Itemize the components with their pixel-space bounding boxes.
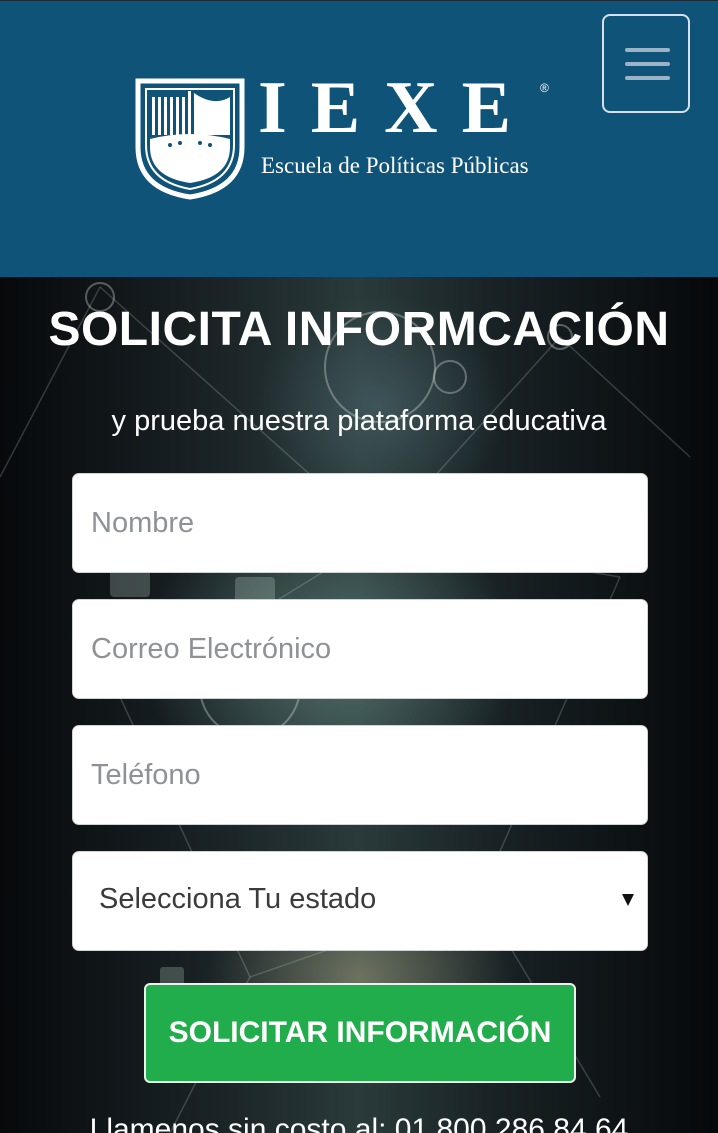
logo-subtitle: Escuela de Políticas Públicas [261, 153, 529, 178]
telefono-input[interactable] [72, 725, 648, 825]
estado-select[interactable]: Selecciona Tu estado [72, 851, 648, 951]
solicitar-informacion-button[interactable]: SOLICITAR INFORMACIÓN [144, 983, 576, 1083]
logo-wordmark: IEXE [258, 67, 535, 149]
hamburger-icon [625, 48, 670, 80]
menu-toggle-button[interactable] [602, 14, 690, 113]
form-subtitle: y prueba nuestra plataforma educativa [111, 405, 607, 437]
correo-electronico-input[interactable] [72, 599, 648, 699]
dropdown-arrow-icon [622, 894, 634, 906]
form-title: SOLICITA INFORMCACIÓN [48, 303, 670, 356]
site-header: IEXE ® Escuela de Políticas Públicas [0, 0, 718, 277]
page: IEXE ® Escuela de Políticas Públicas SOL… [0, 0, 718, 1133]
logo-shield-icon [135, 78, 245, 200]
toll-free-phone-text: Llamenos sin costo al: 01 800 286 84 64 [89, 1113, 629, 1133]
registered-mark: ® [540, 81, 549, 95]
estado-select-value: Selecciona Tu estado [99, 883, 377, 915]
nombre-input[interactable] [72, 473, 648, 573]
iexe-logo[interactable]: IEXE ® Escuela de Políticas Públicas [134, 71, 554, 203]
